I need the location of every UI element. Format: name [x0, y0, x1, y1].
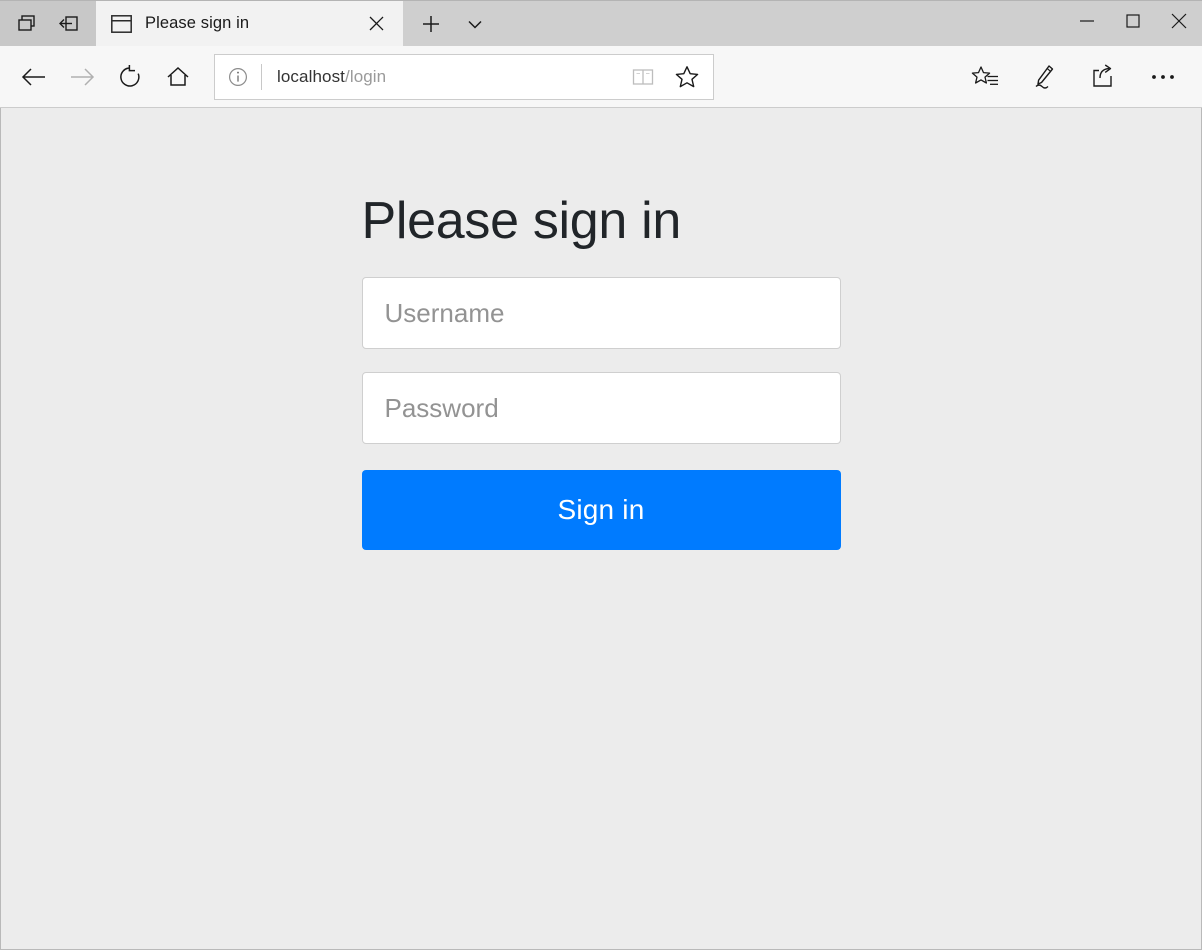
site-info-icon[interactable] [215, 55, 261, 99]
star-glyph [675, 65, 698, 87]
navigation-toolbar: localhost/login [0, 46, 1202, 108]
window-close-button[interactable] [1156, 1, 1202, 41]
login-page: Please sign in Sign in [1, 108, 1201, 949]
stacked-windows-glyph [18, 14, 35, 31]
page-viewport: Please sign in Sign in [0, 108, 1202, 950]
share-button[interactable] [1074, 54, 1133, 100]
address-bar-actions [621, 55, 713, 99]
minimize-icon [1080, 20, 1094, 22]
reading-view-icon[interactable] [621, 55, 665, 99]
home-icon [167, 66, 189, 86]
window-close-icon [1171, 13, 1187, 29]
url-domain: localhost [277, 66, 345, 86]
window-caption-buttons [1064, 1, 1202, 46]
page-icon [110, 13, 132, 35]
back-arrow-icon [21, 67, 45, 86]
arrow-into-window-glyph [59, 15, 78, 31]
browser-window: Please sign in localhost/login Please si… [0, 0, 1202, 950]
forward-button[interactable] [58, 54, 106, 100]
back-button[interactable] [10, 54, 58, 100]
url-path: /login [345, 66, 387, 86]
browser-tab[interactable]: Please sign in [96, 1, 403, 46]
titlebar: Please sign in [0, 0, 1202, 46]
tab-strip: Please sign in [96, 1, 1202, 46]
new-tab-button[interactable] [409, 4, 453, 44]
username-input[interactable] [361, 277, 841, 350]
ellipsis-icon [1151, 74, 1174, 79]
tab-tools-group [0, 1, 96, 46]
address-bar[interactable]: localhost/login [214, 53, 714, 100]
generic-page-glyph [110, 14, 132, 33]
info-circle-glyph [229, 67, 247, 86]
tab-actions-group [403, 1, 497, 46]
sign-in-button[interactable]: Sign in [361, 470, 841, 551]
tab-previews-icon[interactable] [8, 5, 46, 43]
tab-actions-menu-button[interactable] [453, 4, 497, 44]
favorite-star-icon[interactable] [665, 55, 709, 99]
minimize-button[interactable] [1064, 1, 1110, 41]
address-bar-url[interactable]: localhost/login [262, 67, 621, 87]
book-glyph [632, 68, 653, 85]
plus-icon [423, 15, 439, 32]
web-note-button[interactable] [1015, 54, 1074, 100]
pen-icon [1035, 64, 1053, 89]
favorites-hub-button[interactable] [956, 54, 1015, 100]
hub-star-lines-icon [971, 65, 998, 85]
maximize-icon [1126, 14, 1140, 28]
refresh-button[interactable] [106, 54, 154, 100]
page-title: Please sign in [361, 192, 682, 250]
chevron-down-icon [468, 20, 482, 29]
maximize-button[interactable] [1110, 1, 1156, 41]
password-input[interactable] [361, 372, 841, 445]
signin-form: Please sign in Sign in [361, 192, 841, 949]
tab-title: Please sign in [145, 14, 250, 32]
share-arrow-icon [1092, 63, 1112, 87]
set-tabs-aside-icon[interactable] [50, 5, 88, 43]
settings-more-button[interactable] [1133, 54, 1192, 100]
close-icon[interactable] [361, 9, 391, 39]
refresh-icon [120, 64, 140, 87]
forward-arrow-icon [71, 67, 95, 86]
toolbar-right-actions [956, 54, 1192, 100]
home-button[interactable] [154, 54, 202, 100]
close-x-glyph [369, 16, 383, 31]
